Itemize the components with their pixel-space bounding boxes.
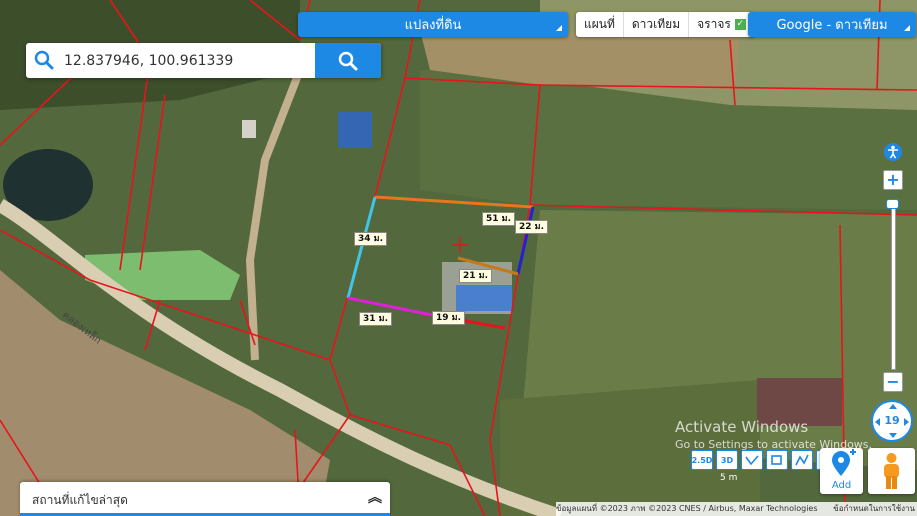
view-2-5d-button[interactable]: 2.5D: [691, 450, 713, 470]
activate-windows-watermark: Activate Windows Go to Settings to activ…: [675, 418, 872, 451]
traffic-label: จราจร: [697, 17, 731, 31]
measure-area-icon: [771, 455, 782, 465]
search-box: ✕: [26, 43, 381, 78]
zoom-out-button[interactable]: −: [883, 372, 903, 392]
measure-area-button[interactable]: [766, 450, 788, 470]
street-view-pegman-button[interactable]: [868, 448, 915, 494]
recent-places-panel[interactable]: สถานที่แก้ไขล่าสุด ︽: [20, 482, 390, 516]
add-place-label: Add: [831, 480, 852, 491]
zoom-level-navigator[interactable]: 19: [871, 400, 913, 442]
pan-down-icon[interactable]: [889, 433, 897, 438]
zoom-in-button[interactable]: +: [883, 170, 903, 190]
zoom-level-value: 19: [884, 414, 900, 427]
map-tools: 2.5D 3D: [691, 450, 838, 470]
watermark-subtitle: Go to Settings to activate Windows.: [675, 438, 873, 451]
recent-places-label: สถานที่แก้ไขล่าสุด: [32, 493, 128, 507]
polyline-icon: [795, 454, 809, 466]
chevron-double-up-icon[interactable]: ︽: [368, 487, 382, 507]
map-attribution: ข้อมูลแผนที่ ©2023 ภาพ ©2023 CNES / Airb…: [556, 502, 917, 516]
basemap-dropdown[interactable]: Google - ดาวเทียม: [748, 12, 916, 37]
map-type-traffic-button[interactable]: จราจร ✓: [689, 12, 754, 37]
parcel-layer-dropdown[interactable]: แปลงที่ดิน: [298, 12, 568, 37]
measure-label-bottom: 31 ม.: [359, 312, 393, 326]
parcel-layer-label: แปลงที่ดิน: [404, 18, 462, 33]
search-button[interactable]: [315, 43, 381, 78]
view-3d-button[interactable]: 3D: [716, 450, 738, 470]
pegman-icon: [884, 453, 899, 489]
search-input[interactable]: [62, 48, 316, 74]
map-type-satellite-button[interactable]: ดาวเทียม: [624, 12, 690, 37]
checkbox-checked-icon[interactable]: ✓: [734, 19, 746, 30]
accessibility-icon[interactable]: [884, 143, 902, 161]
measure-line-button[interactable]: [741, 450, 763, 470]
add-place-button[interactable]: Add: [820, 448, 863, 494]
measure-label-right: 22 ม.: [515, 220, 549, 234]
measure-label-top: 51 ม.: [482, 212, 516, 226]
measure-label-inner-top: 21 ม.: [459, 269, 493, 283]
measure-line-icon: [745, 455, 759, 466]
measure-label-inner-bottom: 19 ม.: [432, 311, 466, 325]
zoom-panel: + −: [881, 141, 907, 401]
dropdown-caret-icon: [556, 25, 562, 31]
map-type-map-button[interactable]: แผนที่: [576, 12, 624, 37]
basemap-label: Google - ดาวเทียม: [776, 18, 888, 33]
search-icon: [34, 50, 54, 70]
zoom-slider-thumb[interactable]: [886, 199, 899, 209]
search-icon: [338, 51, 358, 70]
watermark-title: Activate Windows: [675, 418, 809, 436]
attribution-text: ข้อมูลแผนที่ ©2023 ภาพ ©2023 CNES / Airb…: [556, 504, 818, 513]
zoom-slider-track[interactable]: [891, 203, 896, 370]
dropdown-caret-icon: [904, 25, 910, 31]
map-pin-plus-icon: [832, 449, 856, 476]
map-type-selector: แผนที่ ดาวเทียม จราจร ✓: [576, 12, 754, 37]
pan-up-icon[interactable]: [889, 404, 897, 409]
terms-of-use-link[interactable]: ข้อกำหนดในการใช้งาน: [833, 502, 915, 516]
map-scale: 5 m: [720, 473, 738, 483]
measure-label-left: 34 ม.: [354, 232, 388, 246]
measure-polyline-button[interactable]: [791, 450, 813, 470]
